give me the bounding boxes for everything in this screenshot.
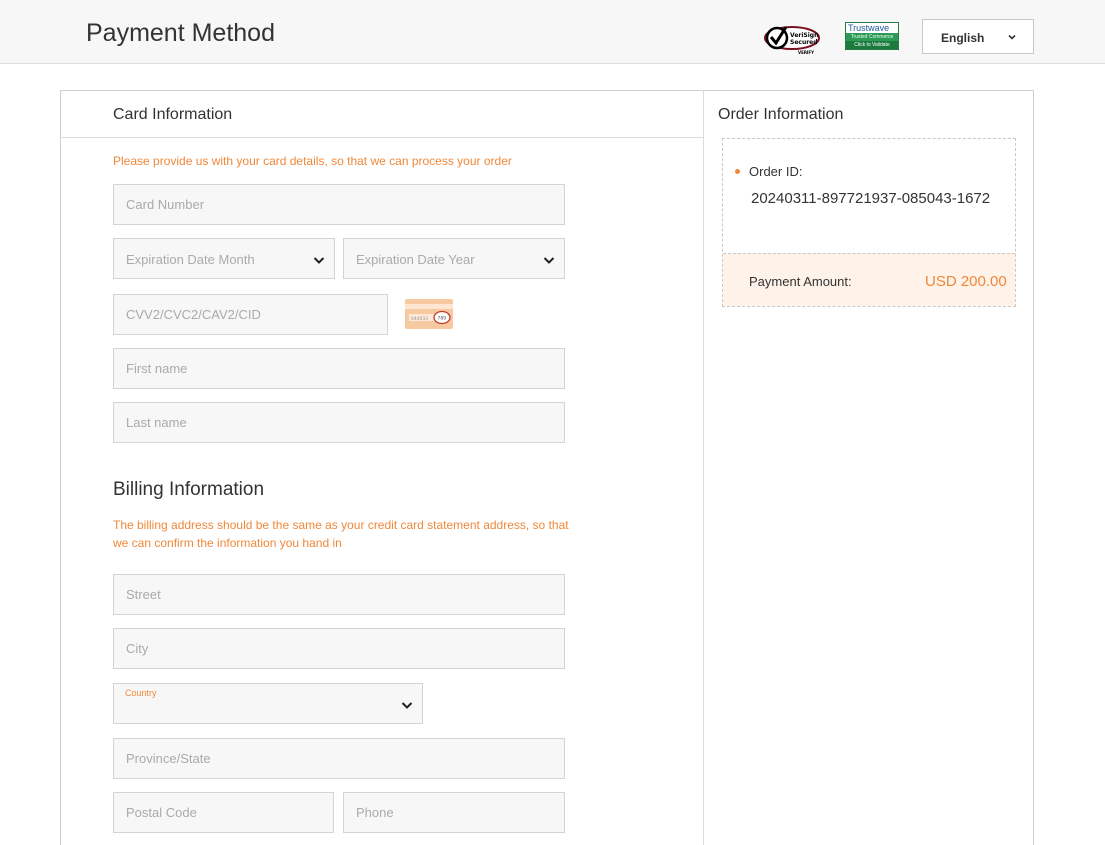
svg-text:VeriSign: VeriSign [790,32,818,39]
cvv-input[interactable] [114,295,387,334]
chevron-down-icon [1008,34,1016,40]
payment-amount-value: USD 200.00 [925,273,1007,290]
postal-code-input[interactable] [114,793,333,832]
verisign-badge[interactable]: VeriSign Secured VERIFY [762,23,822,55]
billing-hint-line2: we can confirm the information you hand … [113,536,342,550]
chevron-down-icon [401,702,413,709]
last-name-input[interactable] [114,403,564,442]
expiration-year-select[interactable]: Expiration Date Year [343,238,565,279]
card-header-divider [61,137,703,138]
province-field[interactable] [113,738,565,779]
chevron-down-icon [543,257,555,264]
billing-info-title: Billing Information [113,479,265,500]
billing-hint-line1: The billing address should be the same a… [113,518,569,532]
last-name-field[interactable] [113,402,565,443]
street-field[interactable] [113,574,565,615]
panel-divider [703,90,704,845]
province-input[interactable] [114,739,564,778]
trustwave-line1: Trusted Commerce [846,33,898,41]
expiration-month-select[interactable]: Expiration Date Month [113,238,335,279]
city-input[interactable] [114,629,564,668]
country-label: Country [125,688,157,698]
order-id-value: 20240311-897721937-085043-1672 [751,190,991,207]
postal-code-field[interactable] [113,792,334,833]
order-id-label: Order ID: [749,164,803,179]
page-title: Payment Method [86,19,275,47]
country-select[interactable]: Country [113,683,423,724]
svg-text:Secured: Secured [790,39,818,46]
first-name-field[interactable] [113,348,565,389]
page-header: Payment Method VeriSign Secured VERIFY T… [0,0,1105,64]
phone-field[interactable] [343,792,565,833]
card-number-field[interactable] [113,184,565,225]
cvv-card-icon: 044033 789 [405,299,453,329]
order-info-title: Order Information [718,106,844,123]
trustwave-badge[interactable]: Trustwave Trusted Commerce Click to Vali… [845,22,899,50]
expiration-year-placeholder: Expiration Date Year [356,252,475,267]
svg-text:789: 789 [438,316,447,322]
trustwave-brand: Trustwave [846,23,898,33]
card-number-input[interactable] [114,185,564,224]
card-info-hint: Please provide us with your card details… [113,154,512,168]
trustwave-line2: Click to Validate [846,41,898,49]
cvv-field[interactable] [113,294,388,335]
svg-text:VERIFY: VERIFY [798,50,814,55]
svg-text:044033: 044033 [411,316,428,322]
street-input[interactable] [114,575,564,614]
language-value: English [941,31,985,45]
bullet-icon [735,169,740,174]
payment-amount-label: Payment Amount: [749,274,852,289]
expiration-month-placeholder: Expiration Date Month [126,252,255,267]
language-select[interactable]: English [922,19,1034,54]
first-name-input[interactable] [114,349,564,388]
chevron-down-icon [313,257,325,264]
card-info-title: Card Information [113,106,233,123]
phone-input[interactable] [344,793,564,832]
city-field[interactable] [113,628,565,669]
